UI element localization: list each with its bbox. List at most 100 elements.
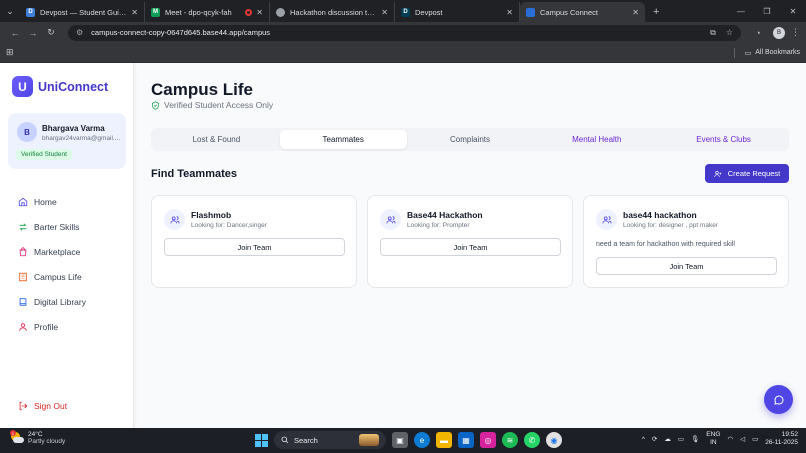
spotify-icon[interactable]: ≋ xyxy=(502,432,518,448)
weather-icon: 1 xyxy=(10,430,24,445)
file-explorer-icon[interactable]: ▬ xyxy=(436,432,452,448)
back-icon[interactable]: ← xyxy=(6,28,24,38)
apps-grid-icon[interactable]: ⊞ xyxy=(6,47,14,58)
team-card: base44 hackathon Looking for: designer ,… xyxy=(583,195,789,288)
subtitle-text: Verified Student Access Only xyxy=(164,100,274,110)
looking-for: Looking for: Prompter xyxy=(407,222,470,229)
clock[interactable]: 19:52 26-11-2025 xyxy=(765,431,798,447)
windows-start-icon[interactable] xyxy=(255,433,268,447)
restore-icon[interactable]: ❐ xyxy=(754,0,780,22)
wifi-icon[interactable]: ◠ xyxy=(727,435,733,443)
battery-icon[interactable]: ▭ xyxy=(752,435,758,443)
card-icon-wrap xyxy=(164,209,185,230)
tab-teammates[interactable]: Teammates xyxy=(279,130,407,149)
tab-search-icon[interactable]: ⌄ xyxy=(0,0,20,22)
install-app-icon[interactable]: ⧉ xyxy=(710,28,716,38)
address-bar[interactable]: ⚙ campus-connect-copy-0647d645.base44.ap… xyxy=(68,24,741,41)
chrome-icon[interactable]: ◉ xyxy=(546,432,562,448)
sidebar-item-label: Digital Library xyxy=(34,296,86,307)
onedrive-icon[interactable]: ☁ xyxy=(664,435,671,443)
users-icon xyxy=(385,215,396,223)
browser-tab-active[interactable]: Campus Connect ✕ xyxy=(520,2,645,22)
close-tab-icon[interactable]: ✕ xyxy=(256,8,263,17)
os-taskbar: 1 24°C Partly cloudy Search ▣ e ▬ ▦ ◎ ≋ … xyxy=(0,428,806,453)
team-name: Flashmob xyxy=(191,210,232,220)
site-info-icon[interactable]: ⚙ xyxy=(76,28,83,37)
browser-tab[interactable]: Hackathon discussion topics ✕ xyxy=(270,2,395,22)
close-tab-icon[interactable]: ✕ xyxy=(632,8,639,17)
folder-icon: ▭ xyxy=(744,49,752,57)
search-highlight-icon xyxy=(359,434,379,446)
tab-complaints[interactable]: Complaints xyxy=(407,130,534,149)
building-icon xyxy=(19,272,27,281)
bookmark-star-icon[interactable]: ☆ xyxy=(726,28,733,37)
sidebar-item-marketplace[interactable]: Marketplace xyxy=(0,239,134,264)
sidebar-item-profile[interactable]: Profile xyxy=(0,314,134,339)
temperature: 24°C xyxy=(28,431,43,438)
join-team-button[interactable]: Join Team xyxy=(596,257,777,275)
close-tab-icon[interactable]: ✕ xyxy=(506,8,513,17)
all-bookmarks-button[interactable]: ▭ All Bookmarks xyxy=(733,47,800,58)
forward-icon[interactable]: → xyxy=(24,28,42,38)
language-indicator[interactable]: ENG IN xyxy=(706,431,720,447)
app-logo[interactable]: U UniConnect xyxy=(12,76,108,97)
edge-icon[interactable]: e xyxy=(414,432,430,448)
bag-icon xyxy=(19,246,27,256)
chat-button[interactable] xyxy=(764,385,793,414)
sidebar: U UniConnect B Bhargava Varma bhargav24v… xyxy=(0,63,134,428)
user-icon xyxy=(19,322,27,331)
network-app-icon[interactable]: ⟳ xyxy=(652,435,657,443)
close-tab-icon[interactable]: ✕ xyxy=(381,8,388,17)
join-team-button[interactable]: Join Team xyxy=(380,238,561,256)
browser-tab[interactable]: D Devpost — Student Guide for E ✕ xyxy=(20,2,145,22)
team-description: need a team for hackathon with required … xyxy=(596,241,735,248)
close-tab-icon[interactable]: ✕ xyxy=(131,8,138,17)
page-title: Campus Life xyxy=(151,80,254,99)
tab-events-clubs[interactable]: Events & Clubs xyxy=(660,130,787,149)
tab-mental-health[interactable]: Mental Health xyxy=(533,130,660,149)
chat-bubble-icon xyxy=(773,395,784,405)
minimize-icon[interactable]: — xyxy=(728,0,754,22)
users-icon xyxy=(169,215,180,223)
sidebar-item-campus-life[interactable]: Campus Life xyxy=(0,264,134,289)
join-team-button[interactable]: Join Team xyxy=(164,238,345,256)
weather-widget[interactable]: 1 24°C Partly cloudy xyxy=(10,430,65,445)
close-window-icon[interactable]: ✕ xyxy=(780,0,806,22)
store-icon[interactable]: ▦ xyxy=(458,432,474,448)
devpost-favicon-icon: D xyxy=(26,7,35,17)
team-name: Base44 Hackathon xyxy=(407,210,483,220)
browser-tab[interactable]: D Devpost ✕ xyxy=(395,2,520,22)
sidebar-item-label: Campus Life xyxy=(34,271,82,282)
volume-icon[interactable]: ◁ xyxy=(740,435,745,443)
reload-icon[interactable]: ↻ xyxy=(42,27,60,38)
new-tab-button[interactable]: + xyxy=(645,6,667,22)
extensions-icon[interactable]: ◔ xyxy=(749,28,767,38)
sidebar-item-home[interactable]: Home xyxy=(0,189,134,214)
swap-icon xyxy=(19,222,27,231)
instagram-icon[interactable]: ◎ xyxy=(480,432,496,448)
user-email: bhargav24varma@gmail.... xyxy=(42,135,121,142)
page-subtitle: Verified Student Access Only xyxy=(151,100,273,110)
taskbar-search[interactable]: Search xyxy=(274,431,386,449)
tab-title: Meet - dpo-qcyk-fah xyxy=(165,7,232,17)
shield-check-icon xyxy=(152,100,159,110)
sidebar-nav: Home Barter Skills Marketplace Campus Li… xyxy=(0,189,134,339)
sidebar-item-digital-library[interactable]: Digital Library xyxy=(0,289,134,314)
whatsapp-icon[interactable]: ✆ xyxy=(524,432,540,448)
tab-lost-found[interactable]: Lost & Found xyxy=(153,130,280,149)
sign-out-button[interactable]: Sign Out xyxy=(18,401,67,411)
tab-title: Devpost xyxy=(415,7,443,17)
browser-menu-icon[interactable]: ⋮ xyxy=(791,27,800,38)
app-name: UniConnect xyxy=(38,79,109,94)
globe-favicon-icon xyxy=(276,7,285,17)
create-request-button[interactable]: Create Request xyxy=(705,164,789,183)
main-content: Campus Life Verified Student Access Only… xyxy=(151,63,791,428)
microphone-icon[interactable]: 🎙 xyxy=(691,435,699,443)
profile-avatar[interactable]: B xyxy=(773,26,785,39)
camera-icon[interactable]: ▭ xyxy=(678,435,684,443)
chevron-up-icon[interactable]: ^ xyxy=(642,436,645,443)
browser-tab[interactable]: M Meet - dpo-qcyk-fah ✕ xyxy=(145,2,270,22)
sidebar-item-label: Marketplace xyxy=(34,246,81,257)
sidebar-item-barter-skills[interactable]: Barter Skills xyxy=(0,214,134,239)
task-view-icon[interactable]: ▣ xyxy=(392,432,408,448)
